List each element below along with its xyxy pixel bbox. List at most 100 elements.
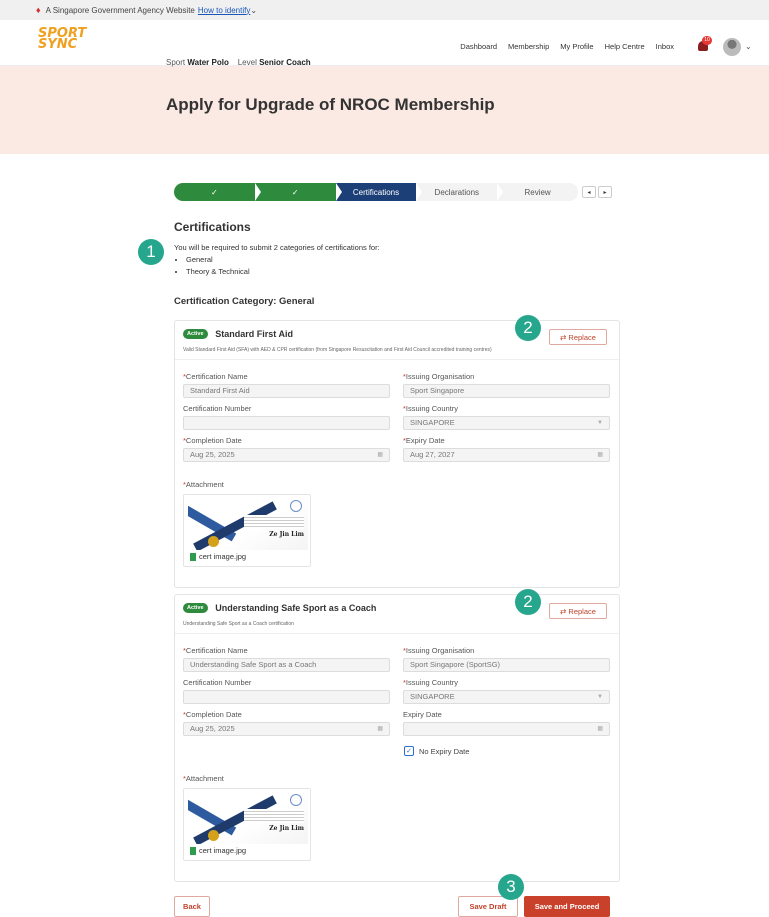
progress-stepper: ✓ ✓ Certifications Declarations Review	[174, 183, 578, 201]
step-2[interactable]: ✓	[254, 183, 342, 201]
annotation-marker-3: 3	[498, 874, 524, 900]
expiry-date-field[interactable]: Aug 27, 2027 ▦	[403, 448, 610, 462]
nav-dashboard[interactable]: Dashboard	[460, 42, 497, 51]
annotation-marker-2a: 2	[515, 315, 541, 341]
intro-text: You will be required to submit 2 categor…	[174, 243, 380, 252]
step-1-check-icon: ✓	[211, 187, 218, 197]
category-list: General Theory & Technical	[174, 254, 380, 278]
step-1[interactable]: ✓	[174, 183, 261, 201]
step-certifications[interactable]: Certifications	[335, 183, 423, 201]
cert-number-label: Certification Number	[183, 404, 252, 413]
status-badge: Active	[183, 329, 208, 340]
attachment-filename: cert image.jpg	[199, 846, 247, 855]
attachment-file[interactable]: cert image.jpg	[190, 846, 246, 855]
stepper-prev-button[interactable]: ◂	[582, 186, 596, 198]
account-chevron-down-icon[interactable]: ⌄	[745, 42, 752, 51]
replace-button[interactable]: ⇄ Replace	[549, 603, 607, 619]
user-avatar[interactable]	[723, 38, 741, 56]
country-value: SINGAPORE	[410, 418, 455, 427]
attachment-thumbnail[interactable]: Ze Jin Lim cert image.jpg	[183, 788, 311, 861]
cert-number-label: Certification Number	[183, 678, 252, 687]
completion-date-label: *Completion Date	[183, 710, 242, 719]
cert-number-field[interactable]	[183, 416, 390, 430]
image-file-icon	[190, 846, 196, 855]
card-title: Standard First Aid	[215, 329, 293, 340]
step-2-check-icon: ✓	[291, 187, 299, 197]
nav-help-centre[interactable]: Help Centre	[605, 42, 645, 51]
level-label: Level	[237, 58, 257, 67]
notification-bell-icon[interactable]: 10	[696, 36, 712, 54]
cert-number-field[interactable]	[183, 690, 390, 704]
step-4-label: Declarations	[434, 187, 480, 197]
issuing-org-field[interactable]: Sport Singapore	[403, 384, 610, 398]
calendar-icon: ▦	[377, 726, 383, 732]
step-3-label: Certifications	[352, 187, 400, 197]
stepper-next-button[interactable]: ▸	[598, 186, 612, 198]
category-item-general: General	[186, 254, 380, 266]
issuing-org-label: *Issuing Organisation	[403, 646, 475, 655]
no-expiry-checkbox[interactable]: ✓	[404, 746, 414, 756]
completion-date-value: Aug 25, 2025	[190, 724, 235, 733]
certificate-image: Ze Jin Lim	[188, 498, 308, 550]
card-title: Understanding Safe Sport as a Coach	[215, 603, 377, 614]
back-button[interactable]: Back	[174, 896, 210, 917]
completion-date-field[interactable]: Aug 25, 2025 ▦	[183, 448, 390, 462]
completion-date-field[interactable]: Aug 25, 2025 ▦	[183, 722, 390, 736]
issuing-country-label: *Issuing Country	[403, 404, 459, 413]
sportsync-logo[interactable]: SPORT SYNC	[38, 27, 86, 51]
nav-my-profile[interactable]: My Profile	[560, 42, 593, 51]
page-hero: Apply for Upgrade of NROC Membership	[0, 66, 769, 154]
step-declarations[interactable]: Declarations	[416, 183, 504, 201]
replace-button[interactable]: ⇄ Replace	[549, 329, 607, 345]
card-header: Active Understanding Safe Sport as a Coa…	[175, 595, 619, 634]
attachment-file[interactable]: cert image.jpg	[190, 552, 246, 561]
certification-card-first-aid: Active Standard First Aid Valid Standard…	[174, 320, 620, 588]
step-5-label: Review	[524, 187, 551, 197]
certificate-image: Ze Jin Lim	[188, 792, 308, 844]
cert-name-field[interactable]: Understanding Safe Sport as a Coach	[183, 658, 390, 672]
expiry-date-field[interactable]: ▦	[403, 722, 610, 736]
calendar-icon: ▦	[597, 726, 603, 732]
expiry-date-value: Aug 27, 2027	[410, 450, 455, 459]
expiry-date-label: *Expiry Date	[403, 436, 445, 445]
certificate-holder-name: Ze Jin Lim	[269, 825, 304, 832]
section-title: Certifications	[174, 220, 251, 234]
stepper-nav: ◂ ▸	[582, 186, 612, 198]
country-value: SINGAPORE	[410, 692, 455, 701]
annotation-marker-1: 1	[138, 239, 164, 265]
category-item-theory: Theory & Technical	[186, 266, 380, 278]
image-file-icon	[190, 552, 196, 561]
cert-name-field[interactable]: Standard First Aid	[183, 384, 390, 398]
level-value: Senior Coach	[259, 58, 311, 67]
lion-head-icon: ♦	[36, 5, 41, 15]
issuing-country-label: *Issuing Country	[403, 678, 459, 687]
save-and-proceed-button[interactable]: Save and Proceed	[524, 896, 610, 917]
certification-card-safe-sport: Active Understanding Safe Sport as a Coa…	[174, 594, 620, 882]
certificate-holder-name: Ze Jin Lim	[269, 531, 304, 538]
sport-label: Sport	[166, 58, 186, 67]
annotation-marker-2b: 2	[515, 589, 541, 615]
notification-count-badge: 10	[702, 36, 712, 45]
issuing-org-field[interactable]: Sport Singapore (SportSG)	[403, 658, 610, 672]
nav-membership[interactable]: Membership	[508, 42, 549, 51]
section-intro: You will be required to submit 2 categor…	[174, 242, 380, 278]
card-description: Understanding Safe Sport as a Coach cert…	[183, 621, 294, 627]
attachment-label: *Attachment	[183, 480, 224, 489]
completion-date-label: *Completion Date	[183, 436, 242, 445]
issuing-org-label: *Issuing Organisation	[403, 372, 475, 381]
sport-value: Water Polo	[187, 58, 229, 67]
calendar-icon: ▦	[377, 452, 383, 458]
application-meta: Sport Water Polo Level Senior Coach	[166, 58, 311, 67]
category-title: Certification Category: General	[174, 296, 315, 307]
issuing-country-select[interactable]: SINGAPORE ▼	[403, 690, 610, 704]
nav-inbox[interactable]: Inbox	[656, 42, 674, 51]
top-header: SPORT SYNC Dashboard Membership My Profi…	[0, 20, 769, 66]
step-review[interactable]: Review	[497, 183, 578, 201]
cert-name-label: *Certification Name	[183, 372, 248, 381]
issuing-country-select[interactable]: SINGAPORE ▼	[403, 416, 610, 430]
chevron-down-icon[interactable]: ⌄	[250, 6, 257, 15]
attachment-thumbnail[interactable]: Ze Jin Lim cert image.jpg	[183, 494, 311, 567]
how-to-identify-link[interactable]: How to identify	[198, 6, 250, 15]
attachment-filename: cert image.jpg	[199, 552, 247, 561]
select-arrow-icon: ▼	[597, 694, 603, 700]
